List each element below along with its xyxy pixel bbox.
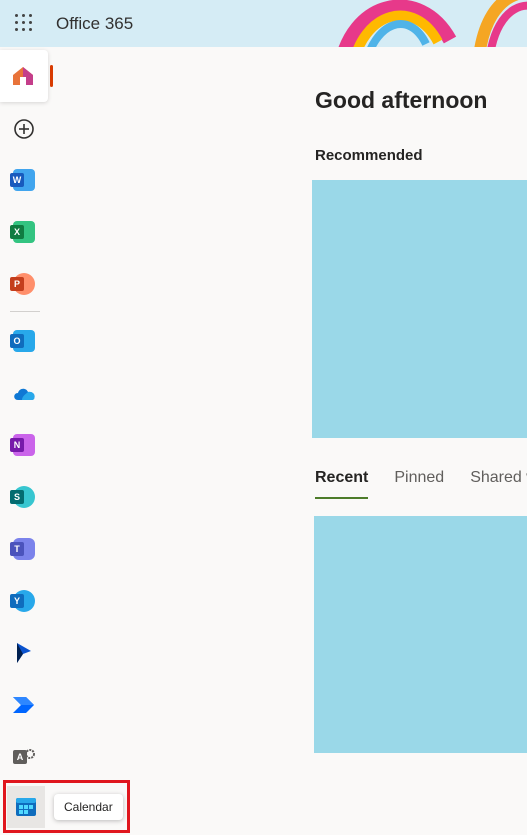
sharepoint-icon: S: [10, 486, 35, 508]
outlook-icon: O: [10, 330, 35, 352]
sidebar-item-dynamics[interactable]: [0, 631, 48, 675]
sidebar-item-word[interactable]: W: [0, 158, 48, 202]
sidebar-item-onedrive[interactable]: [0, 371, 48, 415]
teams-icon: T: [10, 538, 35, 560]
tab-recent[interactable]: Recent: [315, 469, 369, 499]
sidebar-item-yammer[interactable]: Y: [0, 579, 48, 623]
app-sidebar: W X P O N S T Y A: [0, 47, 53, 835]
word-icon: W: [10, 169, 35, 191]
admin-icon: A: [13, 746, 35, 768]
sidebar-item-onenote[interactable]: N: [0, 423, 48, 467]
excel-icon: X: [10, 221, 35, 243]
sidebar-item-power-automate[interactable]: [0, 683, 48, 727]
rainbow-banner-art: [338, 0, 527, 47]
main-content: Good afternoon Recommended Recent Pinned…: [48, 47, 527, 835]
recent-files-panel[interactable]: [314, 516, 527, 753]
onedrive-icon: [14, 388, 35, 400]
home-icon: [12, 65, 34, 92]
dynamics-icon: [17, 643, 31, 663]
add-circle-icon: [14, 119, 34, 139]
top-bar: Office 365: [0, 0, 527, 47]
sidebar-item-outlook[interactable]: O: [0, 319, 48, 363]
sidebar-item-excel[interactable]: X: [0, 210, 48, 254]
recommended-card[interactable]: [312, 180, 527, 438]
power-automate-icon: [13, 697, 34, 713]
onenote-icon: N: [10, 434, 35, 456]
sidebar-divider: [10, 311, 40, 312]
waffle-icon[interactable]: [12, 11, 36, 35]
sidebar-item-home[interactable]: [0, 50, 48, 102]
powerpoint-icon: P: [10, 273, 35, 295]
sidebar-item-sharepoint[interactable]: S: [0, 475, 48, 519]
sidebar-item-create[interactable]: [0, 107, 48, 151]
yammer-icon: Y: [10, 590, 35, 612]
sidebar-item-admin[interactable]: A: [0, 735, 48, 779]
brand-title[interactable]: Office 365: [56, 14, 133, 34]
tab-pinned[interactable]: Pinned: [394, 469, 444, 499]
highlight-annotation: [3, 780, 130, 833]
sidebar-item-powerpoint[interactable]: P: [0, 262, 48, 306]
tab-shared[interactable]: Shared w: [470, 469, 527, 499]
page-greeting: Good afternoon: [315, 87, 488, 113]
recommended-heading: Recommended: [315, 147, 423, 164]
file-tabs: Recent Pinned Shared w: [315, 469, 527, 499]
sidebar-item-teams[interactable]: T: [0, 527, 48, 571]
